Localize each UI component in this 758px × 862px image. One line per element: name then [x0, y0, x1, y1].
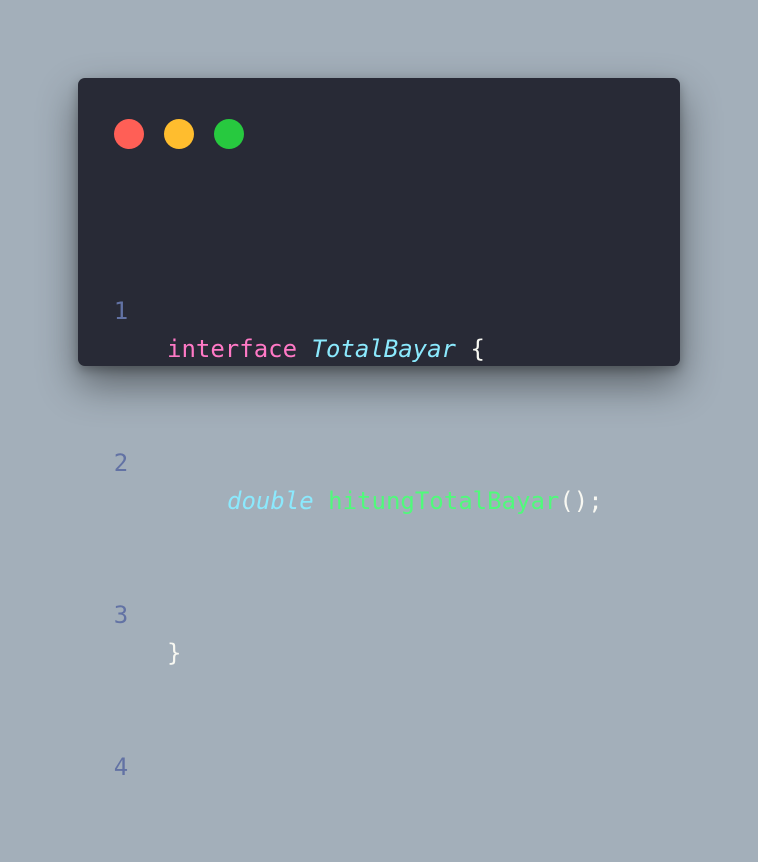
line-number: 2 [113, 449, 129, 477]
code-block: 1 interface TotalBayar { 2 double hitung… [78, 178, 680, 824]
brace-close-token: } [167, 639, 182, 667]
code-line-content: } [167, 634, 181, 672]
window-controls [114, 119, 244, 149]
brace-open-token: { [470, 335, 485, 363]
code-line: 2 double hitungTotalBayar(); [78, 406, 680, 515]
code-window: 1 interface TotalBayar { 2 double hitung… [78, 78, 680, 781]
code-line-content: interface TotalBayar { [167, 330, 485, 368]
code-line-content: double hitungTotalBayar(); [167, 482, 603, 520]
close-button[interactable] [114, 119, 144, 149]
code-line: 1 interface TotalBayar { [78, 254, 680, 363]
code-line: 3 } [78, 558, 680, 667]
maximize-button[interactable] [214, 119, 244, 149]
type-name-token: TotalBayar [311, 335, 457, 363]
punctuation-token: (); [559, 487, 603, 515]
code-line: 4 [78, 710, 680, 781]
minimize-button[interactable] [164, 119, 194, 149]
keyword-token: interface [167, 335, 298, 363]
line-number: 3 [113, 601, 129, 629]
line-number: 4 [113, 753, 129, 781]
return-type-token: double [227, 487, 314, 515]
method-name-token: hitungTotalBayar [328, 487, 560, 515]
line-number: 1 [113, 297, 129, 325]
